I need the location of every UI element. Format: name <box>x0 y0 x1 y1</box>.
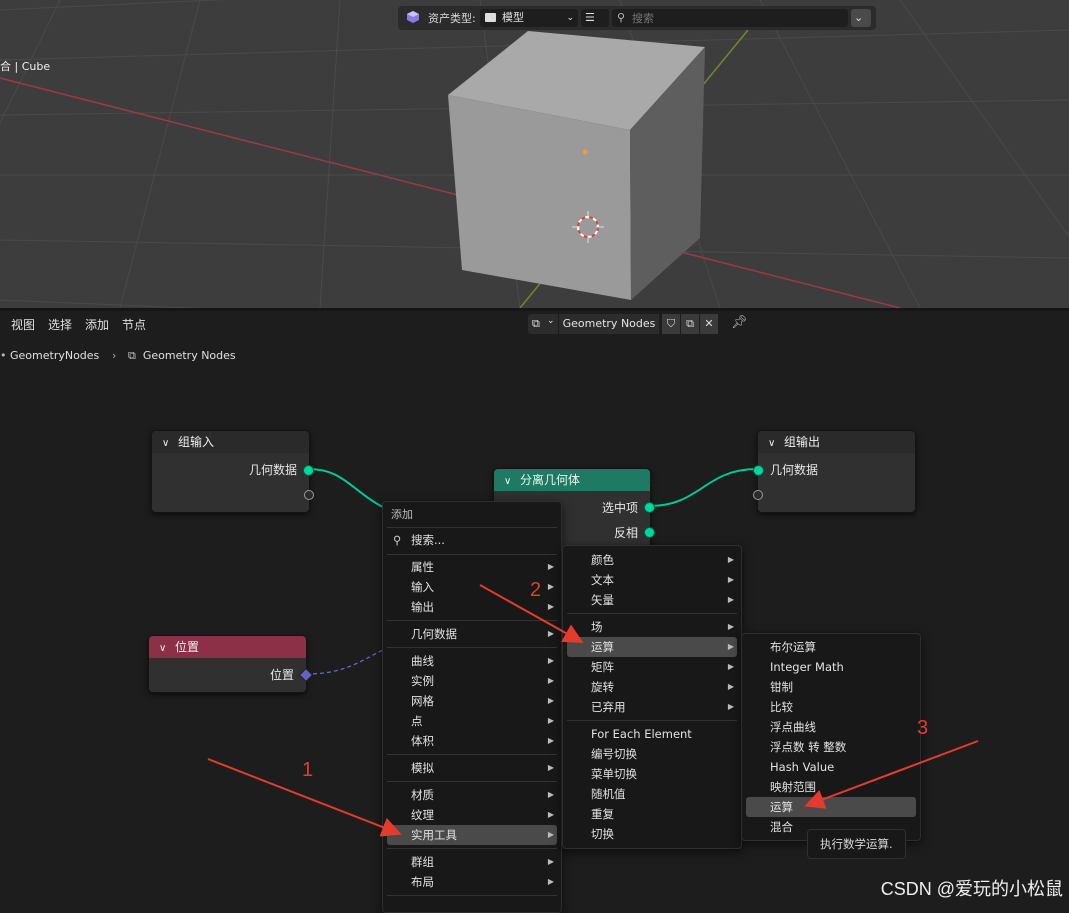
annotation-arrows <box>207 584 979 837</box>
annotation-label-1: 1 <box>302 759 314 781</box>
active-object-label: 合 | Cube <box>0 60 51 73</box>
display-mode-dropdown[interactable]: ☰ <box>581 9 609 27</box>
chevron-down-icon: ⌄ <box>566 13 574 23</box>
asset-search-input[interactable] <box>612 9 848 27</box>
annotation-arrow-3 <box>804 740 979 809</box>
asset-type-dropdown[interactable]: 模型 ⌄ <box>480 9 578 27</box>
watermark: CSDN @爱玩的小松鼠 <box>880 879 1063 899</box>
node-editor[interactable]: 视图 选择 添加 节点 ⧉ ⌄ Geometry Nodes ⛉ ⧉ ✕ 📌︎ … <box>0 311 1069 913</box>
origin-point <box>582 149 588 155</box>
search-icon: ⚲ <box>617 11 626 24</box>
asset-browser-icon <box>406 10 420 24</box>
cube-front-face <box>448 95 631 300</box>
annotation-label-3: 3 <box>917 717 929 739</box>
annotation-label-2: 2 <box>530 579 542 601</box>
list-icon: ☰ <box>585 11 595 24</box>
viewport-scene <box>0 0 1069 308</box>
asset-type-value: 模型 <box>502 11 524 24</box>
box-icon <box>485 13 496 22</box>
asset-filter-button[interactable]: ⌄ <box>851 9 871 27</box>
asset-shelf-bar: 资产类型: 模型 ⌄ ☰ ⚲ ⌄ <box>398 6 876 30</box>
3d-viewport[interactable]: 资产类型: 模型 ⌄ ☰ ⚲ ⌄ 合 | Cube <box>0 0 1069 308</box>
chevron-down-icon: ⌄ <box>854 11 864 24</box>
asset-type-label: 资产类型: <box>428 12 476 25</box>
